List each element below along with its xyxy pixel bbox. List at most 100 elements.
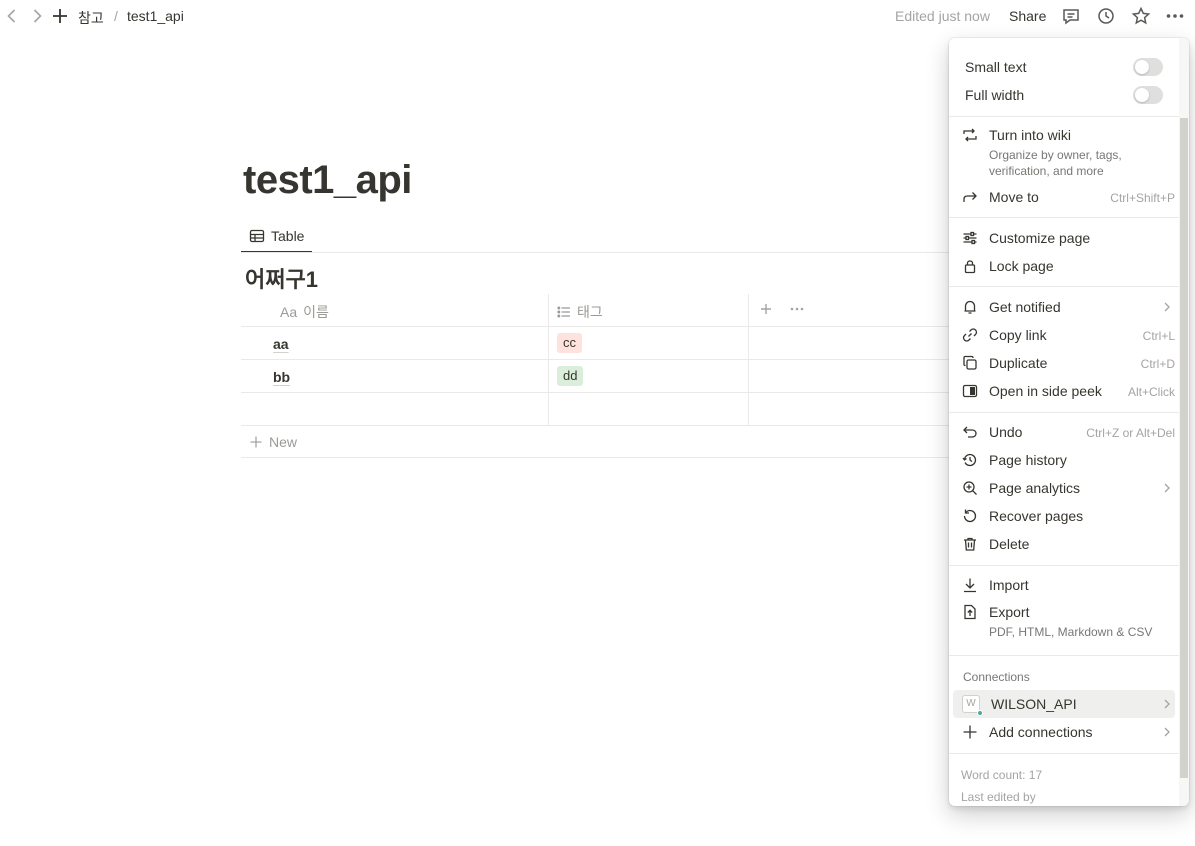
tab-label: Table (271, 227, 305, 244)
menu-item-label: Import (989, 577, 1029, 593)
more-options-icon[interactable] (1165, 6, 1185, 26)
menu-item-open-side-peek[interactable]: Open in side peek Alt+Click (953, 377, 1175, 405)
column-label: 이름 (303, 304, 329, 320)
page-title[interactable]: test1_api (243, 158, 412, 203)
menu-divider (949, 655, 1179, 656)
share-button[interactable]: Share (1009, 8, 1046, 24)
menu-item-export[interactable]: Export PDF, HTML, Markdown & CSV (953, 598, 1175, 644)
last-edited-by: Last edited by (961, 790, 1036, 804)
updates-clock-icon[interactable] (1096, 6, 1116, 26)
new-row-button[interactable]: New (241, 426, 961, 458)
menu-item-label: Lock page (989, 258, 1054, 274)
full-width-toggle[interactable] (1133, 86, 1163, 104)
export-file-icon (962, 604, 978, 620)
menu-item-page-history[interactable]: Page history (953, 446, 1175, 474)
menu-item-label: Copy link (989, 327, 1047, 343)
comments-icon[interactable] (1061, 6, 1081, 26)
word-count: Word count: 17 (961, 768, 1043, 782)
table-row[interactable]: aa cc (241, 327, 961, 360)
small-text-toggle[interactable] (1133, 58, 1163, 76)
column-header-tags[interactable]: 태그 (557, 302, 603, 322)
connected-status-dot (977, 710, 983, 716)
row-name[interactable]: aa (273, 336, 289, 352)
menu-item-add-connections[interactable]: Add connections (953, 718, 1175, 746)
convert-arrows-icon (962, 127, 978, 143)
breadcrumb-current[interactable]: test1_api (127, 8, 184, 24)
menu-item-connection-wilson-api[interactable]: W WILSON_API (953, 690, 1175, 718)
row-name[interactable]: bb (273, 369, 290, 385)
breadcrumb-separator: / (114, 8, 118, 24)
breadcrumb-parent[interactable]: 참고 (78, 8, 104, 28)
undo-icon (962, 424, 978, 440)
import-icon (962, 577, 978, 593)
page-options-menu: Small text Full width Turn into wiki Org… (949, 38, 1189, 806)
add-property-plus-icon[interactable] (757, 300, 775, 318)
duplicate-icon (962, 355, 978, 371)
favorite-star-icon[interactable] (1131, 6, 1151, 26)
toggle-label: Full width (965, 87, 1025, 103)
menu-item-label: Duplicate (989, 355, 1048, 371)
menu-item-duplicate[interactable]: Duplicate Ctrl+D (953, 349, 1175, 377)
menu-item-label: Export (989, 604, 1030, 620)
tab-table-view[interactable]: Table (241, 220, 313, 253)
menu-item-lock-page[interactable]: Lock page (953, 252, 1175, 280)
menu-item-recover-pages[interactable]: Recover pages (953, 502, 1175, 530)
column-divider (748, 327, 749, 359)
menu-item-label: Delete (989, 536, 1030, 552)
database-title[interactable]: 어쩌구1 (245, 262, 318, 294)
menu-item-label: Page history (989, 452, 1067, 468)
back-arrow-icon[interactable] (2, 6, 22, 26)
column-divider (748, 393, 749, 425)
tag-chip[interactable]: cc (557, 333, 582, 353)
full-width-toggle-row[interactable]: Full width (965, 81, 1163, 109)
column-divider (548, 294, 549, 326)
zoom-analytics-icon (962, 480, 978, 496)
shortcut-hint: Alt+Click (1127, 385, 1175, 399)
menu-item-undo[interactable]: Undo Ctrl+Z or Alt+Del (953, 418, 1175, 446)
shortcut-hint: Ctrl+L (1142, 329, 1175, 343)
tag-chip[interactable]: dd (557, 366, 584, 386)
toggle-label: Small text (965, 59, 1027, 75)
lock-icon (962, 258, 978, 274)
menu-item-customize-page[interactable]: Customize page (953, 224, 1175, 252)
menu-divider (949, 565, 1179, 566)
table-header: Aa 이름 태그 (241, 294, 961, 327)
menu-item-label: Turn into wiki (989, 127, 1071, 143)
column-divider (548, 360, 549, 392)
menu-item-turn-into-wiki[interactable]: Turn into wiki Organize by owner, tags, … (953, 121, 1175, 179)
recover-icon (962, 508, 978, 524)
column-header-name[interactable]: Aa 이름 (280, 302, 329, 322)
menu-item-import[interactable]: Import (953, 571, 1175, 599)
menu-item-label: Move to (989, 189, 1039, 205)
new-page-plus-icon[interactable] (50, 6, 70, 26)
small-text-toggle-row[interactable]: Small text (965, 53, 1163, 81)
database-table: Aa 이름 태그 aa cc bb dd New (241, 294, 961, 458)
bell-icon (962, 299, 978, 315)
menu-divider (949, 753, 1179, 754)
text-property-icon: Aa (280, 304, 298, 320)
shortcut-hint: Ctrl+D (1140, 357, 1175, 371)
menu-item-label: Get notified (989, 299, 1061, 315)
table-row-empty[interactable] (241, 393, 961, 426)
menu-item-get-notified[interactable]: Get notified (953, 293, 1175, 321)
menu-item-delete[interactable]: Delete (953, 530, 1175, 558)
forward-arrow-icon[interactable] (27, 6, 47, 26)
column-divider (748, 294, 749, 326)
menu-item-copy-link[interactable]: Copy link Ctrl+L (953, 321, 1175, 349)
menu-item-label: Page analytics (989, 480, 1081, 496)
plus-icon (249, 435, 263, 449)
menu-item-move-to[interactable]: Move to Ctrl+Shift+P (953, 183, 1175, 211)
menu-item-description: Organize by owner, tags, verification, a… (989, 148, 1122, 178)
chevron-right-icon (1159, 299, 1175, 315)
menu-item-label: Open in side peek (989, 383, 1102, 399)
chevron-right-icon (1159, 696, 1175, 712)
menu-item-label: Add connections (989, 724, 1093, 740)
menu-scrollbar-thumb[interactable] (1180, 118, 1188, 778)
shortcut-hint: Ctrl+Shift+P (1110, 191, 1175, 205)
table-row[interactable]: bb dd (241, 360, 961, 393)
menu-divider (949, 412, 1179, 413)
column-more-icon[interactable] (788, 300, 806, 318)
menu-item-page-analytics[interactable]: Page analytics (953, 474, 1175, 502)
tab-divider (241, 252, 961, 253)
trash-icon (962, 536, 978, 552)
